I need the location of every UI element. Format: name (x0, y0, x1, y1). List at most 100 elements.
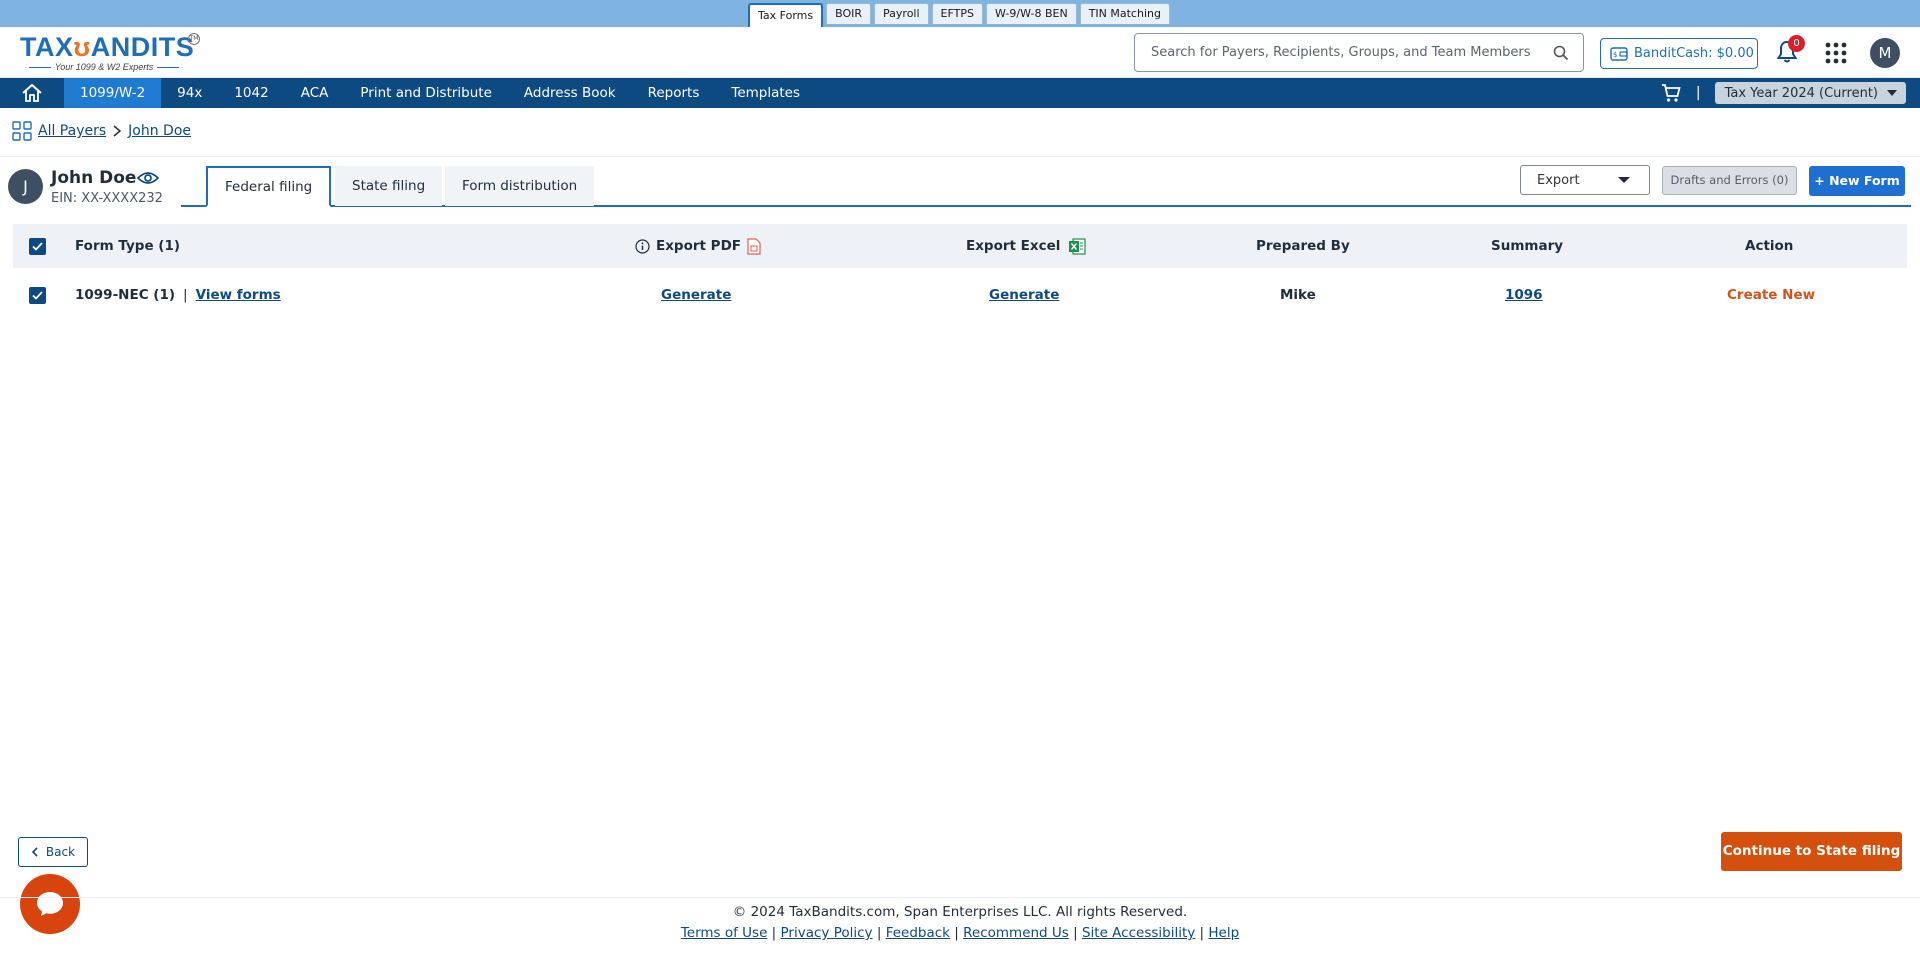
user-avatar[interactable]: M (1870, 38, 1900, 68)
create-new-link[interactable]: Create New (1727, 287, 1815, 303)
footer-link-feedback[interactable]: Feedback (886, 925, 950, 941)
footer-links: Terms of Use | Privacy Policy | Feedback… (0, 925, 1920, 941)
header-action: Action (1745, 238, 1794, 254)
nav-item-1042[interactable]: 1042 (218, 78, 284, 108)
info-icon[interactable] (635, 238, 650, 254)
tab-form-distribution[interactable]: Form distribution (445, 166, 595, 206)
svg-text:$: $ (1613, 51, 1617, 59)
bandit-cash-button[interactable]: $ BanditCash: $0.00 (1600, 38, 1758, 69)
payer-ein: EIN: XX-XXXX232 (51, 191, 163, 206)
chevron-right-icon (112, 125, 122, 137)
forms-table: Form Type (1) Export PDF Export Excel Pr… (13, 224, 1907, 322)
footer-link-help[interactable]: Help (1208, 925, 1239, 941)
nav-item-templates[interactable]: Templates (715, 78, 816, 108)
home-icon[interactable] (0, 78, 64, 108)
nav-item-address-book[interactable]: Address Book (508, 78, 632, 108)
header-export-excel-group: Export Excel (966, 224, 1087, 268)
back-button[interactable]: Back (18, 837, 88, 867)
cart-icon[interactable] (1660, 82, 1682, 104)
notification-count-badge: 0 (1788, 35, 1805, 52)
notifications-button[interactable]: 0 (1774, 35, 1805, 67)
footer-link-accessibility[interactable]: Site Accessibility (1082, 925, 1195, 941)
product-tab-tin-matching[interactable]: TIN Matching (1079, 3, 1170, 24)
tab-state-filing[interactable]: State filing (335, 166, 443, 206)
summary-1096-link[interactable]: 1096 (1505, 287, 1543, 303)
footer-divider (0, 897, 1920, 898)
cell-separator: | (183, 287, 188, 303)
back-label: Back (45, 845, 76, 859)
product-tab-eftps[interactable]: EFTPS (931, 3, 983, 24)
footer-separator: | (872, 925, 886, 941)
export-excel-cell: Generate (989, 268, 1059, 322)
logo[interactable]: TAXʊANDITS Your 1099 & W2 Experts TM (20, 32, 202, 74)
checkbox-checked-icon (29, 286, 46, 304)
nav-item-print-and-distribute[interactable]: Print and Distribute (344, 78, 508, 108)
table-header-row: Form Type (1) Export PDF Export Excel Pr… (13, 224, 1907, 268)
footer-separator: | (1195, 925, 1209, 941)
footer-separator: | (1068, 925, 1082, 941)
product-tab-w9-w8ben[interactable]: W-9/W-8 BEN (985, 3, 1077, 24)
pdf-file-icon (747, 237, 761, 255)
eye-icon[interactable] (137, 170, 159, 186)
header: TAXʊANDITS Your 1099 & W2 Experts TM $ B… (0, 27, 1920, 78)
main-nav: 1099/W-2 94x 1042 ACA Print and Distribu… (0, 78, 1920, 108)
header-export-pdf-group: Export PDF (635, 224, 761, 268)
product-tab-tax-forms[interactable]: Tax Forms (748, 3, 824, 27)
summary-cell: 1096 (1505, 268, 1543, 322)
nav-separator: | (1695, 85, 1701, 101)
breadcrumb-current-payer[interactable]: John Doe (128, 123, 191, 139)
divider (0, 156, 1920, 157)
product-tab-boir[interactable]: BOIR (826, 3, 872, 24)
form-type-cell: 1099-NEC (1) | View forms (75, 268, 281, 322)
nav-item-reports[interactable]: Reports (632, 78, 716, 108)
form-type-value: 1099-NEC (1) (75, 287, 176, 303)
checkbox-checked-icon (29, 237, 46, 255)
footer-link-recommend[interactable]: Recommend Us (963, 925, 1069, 941)
drafts-and-errors-button[interactable]: Drafts and Errors (0) (1662, 166, 1797, 195)
generate-excel-link[interactable]: Generate (989, 287, 1059, 303)
action-cell: Create New (1727, 268, 1815, 322)
new-form-button[interactable]: + New Form (1809, 166, 1905, 196)
breadcrumb: All Payers John Doe (12, 121, 191, 141)
view-forms-link[interactable]: View forms (196, 287, 281, 303)
header-export-excel: Export Excel (966, 238, 1061, 254)
caret-down-icon (1617, 176, 1631, 184)
tab-federal-filing[interactable]: Federal filing (206, 166, 332, 207)
export-dropdown-label: Export (1537, 172, 1580, 188)
generate-pdf-link[interactable]: Generate (661, 287, 731, 303)
tax-year-dropdown[interactable]: Tax Year 2024 (Current) (1714, 82, 1906, 104)
continue-to-state-filing-button[interactable]: Continue to State filing (1721, 832, 1902, 871)
export-dropdown[interactable]: Export (1520, 165, 1650, 195)
header-export-pdf: Export PDF (656, 238, 742, 254)
owl-icon: ʊ (73, 32, 91, 62)
excel-file-icon (1068, 237, 1087, 255)
row-checkbox[interactable] (29, 268, 46, 322)
prepared-by-cell: Mike (1280, 287, 1316, 303)
nav-item-94x[interactable]: 94x (161, 78, 218, 108)
dashboard-grid-icon[interactable] (12, 121, 32, 141)
apps-grid-icon[interactable] (1825, 42, 1847, 64)
search-input[interactable] (1151, 45, 1553, 60)
header-prepared-by: Prepared By (1256, 238, 1350, 254)
wallet-icon: $ (1610, 46, 1628, 61)
select-all-checkbox[interactable] (29, 224, 46, 268)
nav-right-group: | Tax Year 2024 (Current) (1660, 78, 1906, 108)
new-form-label: New Form (1829, 173, 1900, 188)
footer-separator: | (949, 925, 964, 941)
logo-wordmark: TAXʊANDITS (20, 32, 195, 62)
global-search[interactable] (1134, 33, 1584, 72)
footer-link-terms[interactable]: Terms of Use (681, 925, 768, 941)
product-switcher-bar: Tax Forms BOIR Payroll EFTPS W-9/W-8 BEN… (0, 0, 1920, 27)
payer-name: John Doe (51, 168, 137, 188)
breadcrumb-all-payers[interactable]: All Payers (38, 123, 106, 139)
nav-item-aca[interactable]: ACA (285, 78, 345, 108)
caret-down-icon (1886, 89, 1898, 97)
header-summary: Summary (1491, 238, 1564, 254)
search-icon[interactable] (1553, 45, 1569, 61)
logo-tagline: Your 1099 & W2 Experts (20, 62, 188, 72)
footer-separator: | (767, 925, 781, 941)
product-tab-payroll[interactable]: Payroll (874, 3, 929, 24)
nav-item-1099-w2[interactable]: 1099/W-2 (64, 78, 162, 108)
bandit-cash-label: BanditCash: $0.00 (1634, 46, 1754, 61)
footer-link-privacy[interactable]: Privacy Policy (781, 925, 873, 941)
